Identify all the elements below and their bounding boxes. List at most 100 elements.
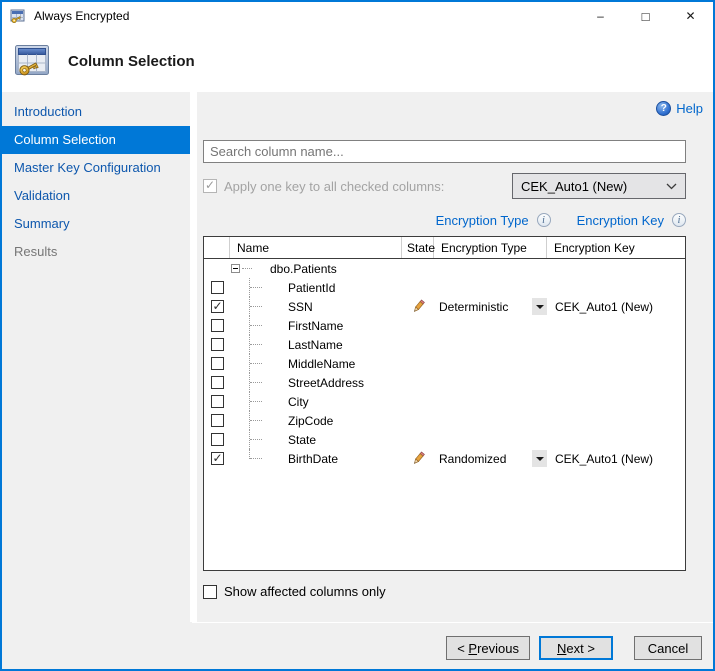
- previous-button[interactable]: < Previous: [446, 636, 530, 660]
- column-row-lastname[interactable]: LastName: [204, 335, 685, 354]
- help-icon: ?: [656, 101, 671, 116]
- main-content: ? Help Apply one key to all checked colu…: [197, 92, 713, 622]
- column-row-streetaddress[interactable]: StreetAddress: [204, 373, 685, 392]
- help-label: Help: [676, 101, 703, 116]
- row-checkbox[interactable]: [211, 376, 224, 389]
- sidebar-item-summary[interactable]: Summary: [2, 210, 190, 238]
- tree-connector: [249, 354, 263, 373]
- encryption-key-info-icon[interactable]: i: [672, 213, 686, 227]
- next-button[interactable]: Next >: [539, 636, 613, 660]
- column-row-zipcode[interactable]: ZipCode: [204, 411, 685, 430]
- column-links-row: Encryption Type i Encryption Key i: [203, 211, 686, 229]
- column-name: MiddleName: [288, 357, 355, 371]
- row-checkbox[interactable]: [211, 452, 224, 465]
- search-column-input[interactable]: [203, 140, 686, 163]
- grid-header-encryption-type: Encryption Type: [434, 237, 547, 258]
- tree-connector: [249, 449, 263, 468]
- maximize-button[interactable]: □: [623, 2, 668, 30]
- tree-connector: [249, 411, 263, 430]
- minimize-button[interactable]: –: [578, 2, 623, 30]
- row-checkbox[interactable]: [211, 338, 224, 351]
- apply-key-checkbox[interactable]: [203, 179, 217, 193]
- tree-connector: [249, 335, 263, 354]
- encryption-type-value[interactable]: Deterministic: [434, 300, 532, 314]
- title-bar: Always Encrypted – □ ✕: [2, 2, 713, 30]
- grid-header-state: State: [402, 237, 434, 258]
- pencil-state-icon: [411, 451, 426, 466]
- column-row-city[interactable]: City: [204, 392, 685, 411]
- sidebar-item-introduction[interactable]: Introduction: [2, 98, 190, 126]
- apply-key-row: Apply one key to all checked columns: CE…: [203, 173, 686, 199]
- show-affected-label: Show affected columns only: [224, 584, 386, 599]
- wizard-body: Introduction Column Selection Master Key…: [2, 92, 713, 622]
- encryption-type-dropdown-icon[interactable]: [532, 450, 547, 467]
- sidebar-item-results: Results: [2, 238, 190, 266]
- table-group-label: dbo.Patients: [270, 262, 337, 276]
- encryption-type-dropdown-icon[interactable]: [532, 298, 547, 315]
- show-affected-checkbox[interactable]: [203, 585, 217, 599]
- page-title: Column Selection: [68, 53, 195, 70]
- sidebar-item-validation[interactable]: Validation: [2, 182, 190, 210]
- encryption-type-link[interactable]: Encryption Type: [436, 213, 529, 228]
- row-checkbox[interactable]: [211, 281, 224, 294]
- column-row-firstname[interactable]: FirstName: [204, 316, 685, 335]
- table-key-icon: [14, 42, 52, 80]
- tree-connector: [249, 316, 263, 335]
- column-name: State: [288, 433, 316, 447]
- column-name: ZipCode: [288, 414, 333, 428]
- show-affected-row: Show affected columns only: [203, 584, 686, 599]
- grid-header-name: Name: [230, 237, 402, 258]
- encryption-key-value[interactable]: CEK_Auto1 (New): [547, 452, 685, 466]
- column-row-patientid[interactable]: PatientId: [204, 278, 685, 297]
- grid-header-encryption-key: Encryption Key: [547, 237, 685, 258]
- cancel-button[interactable]: Cancel: [634, 636, 702, 660]
- row-checkbox[interactable]: [211, 395, 224, 408]
- encryption-type-value[interactable]: Randomized: [434, 452, 532, 466]
- cek-dropdown[interactable]: CEK_Auto1 (New): [512, 173, 686, 199]
- apply-key-label: Apply one key to all checked columns:: [224, 179, 444, 194]
- column-name: City: [288, 395, 309, 409]
- tree-connector: [249, 373, 263, 392]
- close-button[interactable]: ✕: [668, 2, 713, 30]
- app-icon: [10, 8, 26, 24]
- columns-grid: Name State Encryption Type Encryption Ke…: [203, 236, 686, 571]
- column-name: FirstName: [288, 319, 343, 333]
- always-encrypted-window: Always Encrypted – □ ✕: [0, 0, 715, 671]
- column-name: BirthDate: [288, 452, 338, 466]
- tree-connector: [249, 297, 263, 316]
- cek-dropdown-value: CEK_Auto1 (New): [521, 179, 666, 194]
- row-checkbox[interactable]: [211, 414, 224, 427]
- row-checkbox[interactable]: [211, 300, 224, 313]
- tree-connector: [249, 392, 263, 411]
- chevron-down-icon: [666, 183, 677, 190]
- wizard-footer: < Previous Next > Cancel: [2, 622, 713, 669]
- column-row-ssn[interactable]: SSN Deterministic: [204, 297, 685, 316]
- column-name: SSN: [288, 300, 313, 314]
- row-checkbox[interactable]: [211, 319, 224, 332]
- grid-header-checkbox-column: [204, 237, 230, 258]
- wizard-header: Column Selection: [2, 30, 713, 92]
- column-row-birthdate[interactable]: BirthDate Randomized: [204, 449, 685, 468]
- window-controls: – □ ✕: [578, 2, 713, 30]
- encryption-type-info-icon[interactable]: i: [537, 213, 551, 227]
- wizard-steps-sidebar: Introduction Column Selection Master Key…: [2, 92, 190, 622]
- row-checkbox[interactable]: [211, 433, 224, 446]
- table-group-row: dbo.Patients: [204, 259, 685, 278]
- column-name: PatientId: [288, 281, 335, 295]
- grid-header-row: Name State Encryption Type Encryption Ke…: [204, 237, 685, 259]
- window-title: Always Encrypted: [34, 9, 578, 23]
- column-name: LastName: [288, 338, 343, 352]
- help-link[interactable]: ? Help: [656, 101, 703, 116]
- encryption-key-value[interactable]: CEK_Auto1 (New): [547, 300, 685, 314]
- tree-connector: [249, 430, 263, 449]
- pencil-state-icon: [411, 299, 426, 314]
- row-checkbox[interactable]: [211, 357, 224, 370]
- pane-separator: [190, 92, 197, 622]
- encryption-key-link[interactable]: Encryption Key: [577, 213, 664, 228]
- column-name: StreetAddress: [288, 376, 364, 390]
- sidebar-item-column-selection[interactable]: Column Selection: [2, 126, 190, 154]
- column-row-middlename[interactable]: MiddleName: [204, 354, 685, 373]
- sidebar-item-master-key-configuration[interactable]: Master Key Configuration: [2, 154, 190, 182]
- column-row-state[interactable]: State: [204, 430, 685, 449]
- collapse-expander-icon[interactable]: [231, 264, 240, 273]
